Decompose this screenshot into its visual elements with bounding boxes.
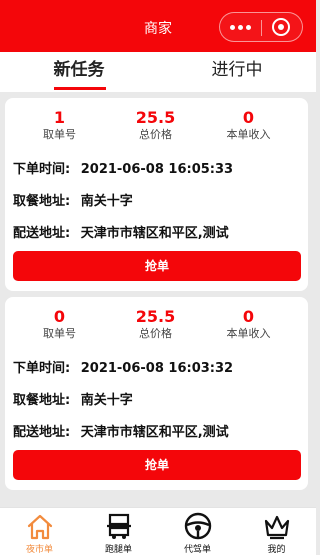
stat-income: 0 本单收入 xyxy=(198,307,299,341)
total-price-label: 总价格 xyxy=(139,128,172,141)
active-tab-indicator xyxy=(54,87,106,90)
mini-program-capsule xyxy=(219,12,303,42)
nav-mine[interactable]: 我的 xyxy=(237,508,316,555)
order-stats: 0 取单号 25.5 总价格 0 本单收入 xyxy=(5,307,308,347)
order-number-label: 取单号 xyxy=(43,327,76,340)
delivery-value: 天津市市辖区和平区,测试 xyxy=(80,425,229,440)
tab-new-tasks[interactable]: 新任务 xyxy=(0,52,158,92)
nav-errand-orders[interactable]: 跑腿单 xyxy=(79,508,158,555)
order-time-value: 2021-06-08 16:03:32 xyxy=(80,361,234,376)
delivery-value: 天津市市辖区和平区,测试 xyxy=(80,226,229,241)
nav-label: 代驾单 xyxy=(183,545,211,555)
order-card: 1 取单号 25.5 总价格 0 本单收入 下单时间: 2021-06-08 1… xyxy=(5,98,308,291)
order-number-value: 1 xyxy=(53,108,66,127)
home-icon xyxy=(27,514,53,540)
income-label: 本单收入 xyxy=(226,327,271,340)
order-time-label: 下单时间: xyxy=(13,162,71,177)
order-time-value: 2021-06-08 16:05:33 xyxy=(80,162,234,177)
total-price-label: 总价格 xyxy=(139,327,172,340)
delivery-row: 配送地址: 天津市市辖区和平区,测试 xyxy=(13,222,229,241)
bottom-nav: 夜市单 跑腿单 代驾单 我的 xyxy=(0,507,316,555)
pickup-row: 取餐地址: 南关十字 xyxy=(13,389,133,408)
crown-icon xyxy=(264,515,290,540)
order-number-label: 取单号 xyxy=(43,128,76,141)
grab-order-button[interactable]: 抢单 xyxy=(13,450,301,480)
nav-label: 夜市单 xyxy=(25,545,53,555)
pickup-row: 取餐地址: 南关十字 xyxy=(13,190,133,209)
top-bar: 商家 xyxy=(0,0,316,52)
tab-bar: 新任务 进行中 xyxy=(0,52,316,92)
nav-driver-orders[interactable]: 代驾单 xyxy=(158,508,237,555)
total-price-value: 25.5 xyxy=(135,307,176,326)
income-value: 0 xyxy=(242,307,255,326)
stat-order-number: 0 取单号 xyxy=(9,307,110,341)
steering-wheel-icon xyxy=(184,512,212,540)
order-number-value: 0 xyxy=(53,307,66,326)
close-icon[interactable] xyxy=(272,18,290,36)
order-card: 0 取单号 25.5 总价格 0 本单收入 下单时间: 2021-06-08 1… xyxy=(5,297,308,490)
stat-total-price: 25.5 总价格 xyxy=(105,108,206,142)
errand-icon xyxy=(107,513,131,539)
pickup-value: 南关十字 xyxy=(80,393,133,408)
stat-order-number: 1 取单号 xyxy=(9,108,110,142)
tab-in-progress[interactable]: 进行中 xyxy=(158,52,316,92)
income-value: 0 xyxy=(242,108,255,127)
stat-total-price: 25.5 总价格 xyxy=(105,307,206,341)
delivery-row: 配送地址: 天津市市辖区和平区,测试 xyxy=(13,421,229,440)
nav-label: 我的 xyxy=(267,545,286,555)
order-time-row: 下单时间: 2021-06-08 16:05:33 xyxy=(13,158,233,177)
more-icon[interactable] xyxy=(228,20,254,34)
order-stats: 1 取单号 25.5 总价格 0 本单收入 xyxy=(5,108,308,148)
income-label: 本单收入 xyxy=(226,128,271,141)
pickup-label: 取餐地址: xyxy=(13,393,71,408)
grab-order-button[interactable]: 抢单 xyxy=(13,251,301,281)
stat-income: 0 本单收入 xyxy=(198,108,299,142)
capsule-divider xyxy=(261,20,262,36)
nav-label: 跑腿单 xyxy=(104,545,132,555)
total-price-value: 25.5 xyxy=(135,108,176,127)
pickup-label: 取餐地址: xyxy=(13,194,71,209)
delivery-label: 配送地址: xyxy=(13,425,71,440)
nav-night-market-orders[interactable]: 夜市单 xyxy=(0,508,79,555)
order-time-row: 下单时间: 2021-06-08 16:03:32 xyxy=(13,357,233,376)
order-time-label: 下单时间: xyxy=(13,361,71,376)
delivery-label: 配送地址: xyxy=(13,226,71,241)
pickup-value: 南关十字 xyxy=(80,194,133,209)
